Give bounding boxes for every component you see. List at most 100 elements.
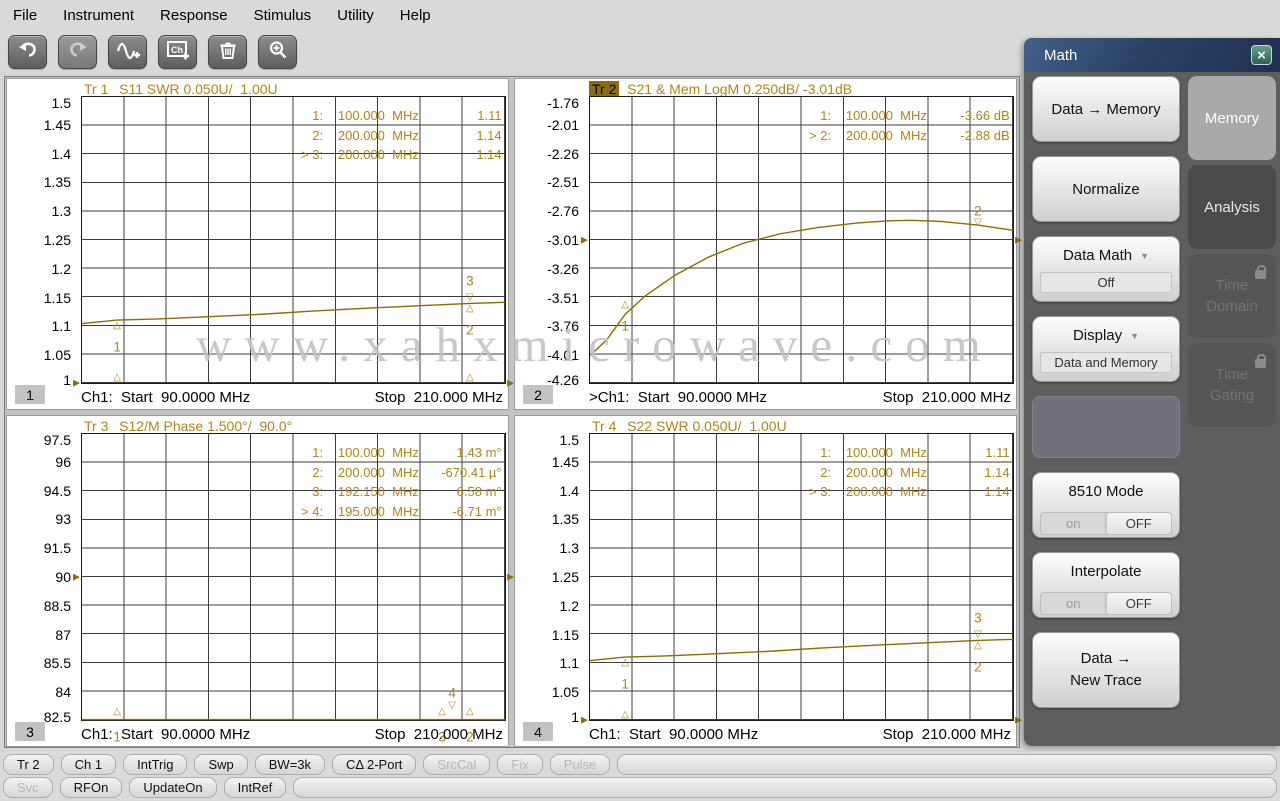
status-pill-empty	[617, 754, 1277, 775]
y-axis-tick-label: -1.76	[547, 95, 579, 112]
trace-format-text: S12/M Phase 1.500°/ 90.0°	[111, 418, 293, 434]
menu-item-instrument[interactable]: Instrument	[50, 7, 147, 24]
channel-badge[interactable]: 1	[15, 385, 45, 404]
reference-level-arrow-icon: ▶	[1015, 234, 1022, 245]
status-pill-srccal: SrcCal	[423, 754, 491, 775]
channel-badge[interactable]: 4	[523, 722, 553, 741]
toggle-off-label: OFF	[1105, 513, 1171, 534]
close-icon[interactable]: ×	[1251, 45, 1272, 65]
menu-item-stimulus[interactable]: Stimulus	[241, 7, 325, 24]
menu-item-utility[interactable]: Utility	[324, 7, 387, 24]
marker-number-label: 2	[974, 659, 982, 675]
menu-item-response[interactable]: Response	[147, 7, 241, 24]
data-math-label: Data Math	[1062, 247, 1133, 264]
trace-label[interactable]: Tr 4	[589, 418, 619, 434]
y-axis-tick-label: 97.5	[43, 432, 71, 449]
data-new-trace-button[interactable]: Data → New Trace	[1032, 632, 1180, 708]
plot-tr2: Tr 2 S21 & Mem LogM 0.250dB/ -3.01dB -1.7…	[514, 78, 1022, 410]
status-pill-tr-2[interactable]: Tr 2	[3, 754, 54, 775]
status-pill-intref[interactable]: IntRef	[223, 777, 287, 798]
channel-badge[interactable]: 2	[523, 385, 553, 404]
status-pill-ch-1[interactable]: Ch 1	[60, 754, 117, 775]
marker-triangle-icon[interactable]: △	[438, 706, 446, 717]
data-math-button[interactable]: Data Math ▼ Off	[1032, 236, 1180, 302]
marker-triangle-icon[interactable]: △	[466, 304, 474, 314]
status-pill-inttrig[interactable]: IntTrig	[123, 754, 188, 775]
mode-8510-toggle[interactable]: on OFF	[1040, 512, 1172, 535]
status-pill-bw-3k[interactable]: BW=3k	[254, 754, 326, 775]
status-pill-updateon[interactable]: UpdateOn	[129, 777, 217, 798]
display-label: Display	[1072, 327, 1123, 344]
y-axis-tick-label: 88.5	[43, 597, 71, 614]
plot-grid[interactable]: 1: 100.000 MHz 1.43 m° 2: 200.000 MHz -670.41…	[73, 433, 514, 743]
marker-glyph-layer: △ 1 3 ▽ △ 2 △ △	[82, 97, 505, 383]
trace-label[interactable]: Tr 2	[589, 81, 620, 97]
marker-number-label: 1	[621, 676, 629, 692]
status-pill-rfon[interactable]: RFOn	[59, 777, 123, 798]
marker-triangle-icon[interactable]: △	[621, 300, 629, 310]
redo-button	[58, 35, 97, 69]
stimulus-start-text: Ch1: Start 90.0000 MHz	[81, 389, 251, 406]
y-axis-tick-label: -4.01	[547, 347, 579, 364]
interpolate-label: Interpolate	[1070, 563, 1142, 580]
marker-triangle-icon[interactable]: △	[621, 658, 629, 668]
marker-triangle-icon[interactable]: △	[466, 372, 474, 383]
plot-grid[interactable]: 1: 100.000 MHz -3.66 dB > 2: 200.000 MHz -2.8…	[581, 96, 1022, 384]
marker-triangle-icon[interactable]: ▽	[974, 630, 982, 640]
display-button[interactable]: Display ▼ Data and Memory	[1032, 316, 1180, 382]
normalize-button[interactable]: Normalize	[1032, 156, 1180, 222]
add-trace-icon	[116, 39, 140, 66]
y-axis-tick-label: 1.5	[559, 432, 579, 449]
toggle-off-label: OFF	[1105, 593, 1171, 614]
y-axis-tick-label: 1	[63, 371, 71, 388]
y-axis-tick-label: 94.5	[43, 482, 71, 499]
marker-triangle-icon[interactable]: △	[113, 706, 121, 717]
y-axis-tick-label: 1.45	[551, 453, 579, 470]
marker-triangle-icon[interactable]: △	[621, 709, 629, 720]
y-axis-tick-label: 1.25	[551, 569, 579, 585]
channel-badge[interactable]: 3	[15, 722, 45, 741]
mode-8510-button[interactable]: 8510 Mode on OFF	[1032, 472, 1180, 538]
zoom-button[interactable]	[258, 35, 297, 69]
y-axis-tick-label: -3.76	[547, 318, 579, 335]
trace-label[interactable]: Tr 1	[81, 81, 111, 97]
data-math-value[interactable]: Off	[1040, 272, 1172, 293]
plot-title: Tr 3 S12/M Phase 1.500°/ 90.0°	[81, 418, 292, 434]
undo-button[interactable]	[8, 35, 47, 69]
menu-item-file[interactable]: File	[10, 7, 50, 24]
add-channel-button[interactable]: Ch	[158, 35, 197, 69]
marker-triangle-icon[interactable]: △	[466, 706, 474, 717]
marker-triangle-icon[interactable]: ▽	[448, 701, 456, 711]
undo-icon	[17, 40, 39, 65]
status-pill-swp[interactable]: Swp	[194, 754, 248, 775]
marker-glyph-layer: △ 1 2 ▽	[590, 97, 1013, 383]
data-to-memory-button[interactable]: Data → Memory	[1032, 76, 1180, 142]
plot-title: Tr 2 S21 & Mem LogM 0.250dB/ -3.01dB	[589, 81, 852, 97]
status-pill-c-2-port[interactable]: CΔ 2-Port	[332, 754, 417, 775]
plot-tr4: Tr 4 S22 SWR 0.050U/ 1.00U 1.5 1.45 1.4 1.35…	[514, 415, 1022, 747]
interpolate-button[interactable]: Interpolate on OFF	[1032, 552, 1180, 618]
y-axis-tick-label: -2.01	[547, 116, 579, 133]
stimulus-stop-text: Stop 210.000 MHz	[374, 389, 503, 406]
marker-triangle-icon[interactable]: △	[113, 372, 121, 383]
y-axis-tick-label: -2.26	[547, 145, 579, 162]
reference-level-arrow-icon: ▶	[507, 571, 514, 582]
delete-button[interactable]	[208, 35, 247, 69]
display-value[interactable]: Data and Memory	[1040, 352, 1172, 373]
interpolate-toggle[interactable]: on OFF	[1040, 592, 1172, 615]
plot-grid[interactable]: 1: 100.000 MHz 1.11 2: 200.000 MHz 1.14 > 3: 20…	[73, 96, 514, 387]
trace-label[interactable]: Tr 3	[81, 418, 111, 434]
marker-triangle-icon[interactable]: ▽	[974, 218, 982, 228]
marker-triangle-icon[interactable]: △	[113, 321, 121, 331]
menu-item-help[interactable]: Help	[387, 7, 444, 24]
svg-text:Ch: Ch	[171, 45, 183, 55]
y-axis-tick-label: 82.5	[43, 708, 71, 725]
marker-triangle-icon[interactable]: ▽	[466, 293, 474, 303]
y-axis-tick-label: 1.05	[551, 684, 579, 701]
tab-memory[interactable]: Memory	[1188, 76, 1276, 160]
plot-grid[interactable]: 1: 100.000 MHz 1.11 2: 200.000 MHz 1.14 > 3: 20…	[581, 433, 1022, 724]
marker-number-label: 1	[113, 339, 121, 355]
add-trace-button[interactable]	[108, 35, 147, 69]
marker-triangle-icon[interactable]: △	[974, 641, 982, 651]
tab-analysis[interactable]: Analysis	[1188, 165, 1276, 249]
